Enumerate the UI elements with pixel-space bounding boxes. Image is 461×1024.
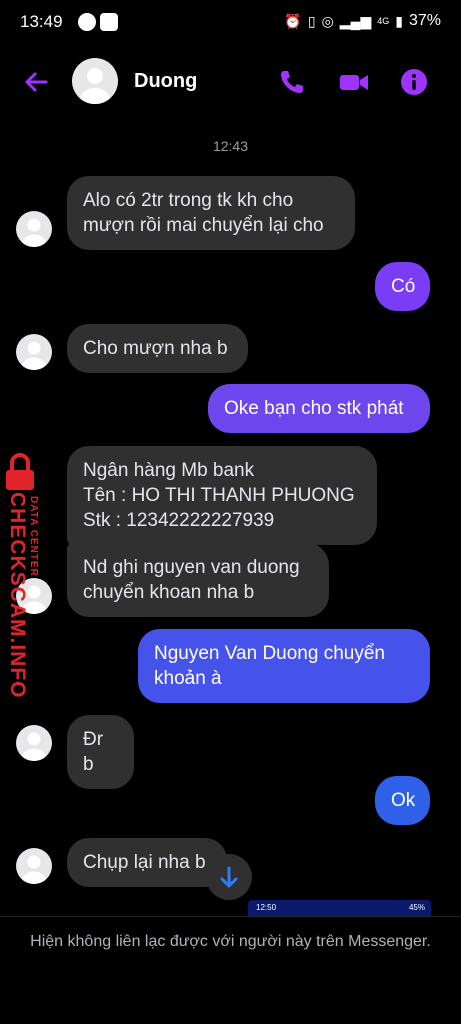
message-line: mượn rồi mai chuyển lại cho [83,215,324,236]
status-time: 13:49 [20,12,63,31]
message-bubble-incoming[interactable]: Đr b [67,715,134,789]
alarm-icon: ⏰ [284,13,302,29]
message-line: chuyển khoan nha b [83,582,255,603]
message-line: Nd ghi nguyen van duong [83,557,300,578]
message-bubble-incoming[interactable]: Ngân hàng Mb bank Tên : HO THI THANH PHU… [67,446,377,545]
message-line: Cho mượn nha b [83,338,228,359]
message-bubble-outgoing[interactable]: Oke bạn cho stk phát [208,384,430,433]
default-avatar-icon [22,341,46,370]
contact-avatar[interactable] [72,58,118,104]
signal-icon: ▂▄▆ [339,13,372,29]
hotspot-icon: ◎ [321,13,334,29]
conversation-header: Duong [0,46,461,120]
sender-avatar[interactable] [16,334,52,370]
thumbnail-battery: 45% [408,903,425,912]
default-avatar-icon [22,855,46,884]
message-bubble-incoming[interactable]: Nd ghi nguyen van duong chuyển khoan nha… [67,543,329,617]
message-line: Ngân hàng Mb bank [83,460,255,481]
settings-notification-icon [100,13,118,31]
message-bubble-incoming[interactable]: Chụp lại nha b [67,838,227,887]
message-line: Chụp lại nha b [83,852,206,873]
message-bubble-outgoing[interactable]: Nguyen Van Duong chuyển khoản à [138,629,430,703]
video-camera-icon [340,75,368,90]
status-indicators: ⏰ ▯ ◎ ▂▄▆ 4G ▮ 37% [284,12,441,30]
back-arrow-icon [25,72,48,92]
message-line: Alo có 2tr trong tk kh cho [83,190,294,211]
padlock-icon [6,453,34,490]
sender-avatar[interactable] [16,848,52,884]
sender-avatar[interactable] [16,211,52,247]
voice-call-button[interactable] [276,66,308,98]
message-timestamp: 12:43 [212,138,249,154]
watermark-tagline: DATA CENTER [28,496,39,577]
watermark-brand: CHECKSCAM.INFO [6,492,29,699]
phone-icon [281,71,303,93]
status-bar: 13:49 ⏰ ▯ ◎ ▂▄▆ 4G ▮ 37% [0,0,461,46]
message-line: Oke bạn cho stk phát [224,398,404,419]
default-avatar-icon [22,218,46,247]
message-line: Có [391,276,416,297]
default-avatar-icon [80,68,110,104]
messenger-notification-icon [78,13,96,31]
contact-name[interactable]: Duong [134,70,197,93]
default-avatar-icon [22,732,46,761]
message-bubble-incoming[interactable]: Cho mượn nha b [67,324,248,373]
message-line: Nguyen Van Duong chuyển [154,643,385,664]
image-message-thumbnail[interactable]: 12:50 45% [248,900,431,916]
thumbnail-time: 12:50 [256,903,277,912]
message-bubble-outgoing[interactable]: Có [375,262,430,311]
video-call-button[interactable] [338,66,370,98]
message-line: Đr b [83,729,104,775]
message-line: Ok [391,790,416,811]
message-line: Tên : HO THI THANH PHUONG [83,485,355,506]
network-type: 4G [377,16,390,26]
scroll-to-bottom-button[interactable] [206,854,252,900]
vibrate-icon: ▯ [307,13,316,29]
arrow-down-icon [220,866,238,888]
battery-icon: ▮ [395,13,403,29]
conversation-info-button[interactable] [398,66,430,98]
battery-percent: 37% [408,12,441,29]
unavailable-notice: Hiện không liên lạc được với người này t… [30,933,431,950]
message-line: khoản à [154,668,222,689]
message-bubble-outgoing[interactable]: Ok [375,776,430,825]
info-icon [401,69,427,95]
message-line: Stk : 12342222227939 [83,510,275,531]
back-button[interactable] [20,66,52,98]
unavailable-notice-bar: Hiện không liên lạc được với người này t… [0,916,461,1024]
message-bubble-incoming[interactable]: Alo có 2tr trong tk kh cho mượn rồi mai … [67,176,355,250]
checkscam-watermark: CHECKSCAM.INFO DATA CENTER [2,452,42,699]
sender-avatar[interactable] [16,725,52,761]
